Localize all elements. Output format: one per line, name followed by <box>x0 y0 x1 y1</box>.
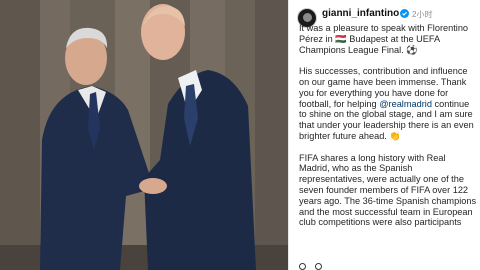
post-sidebar: gianni_infantino 2小时 It was a pleasure t… <box>288 0 480 270</box>
comment-icon[interactable] <box>315 263 322 270</box>
post-photo[interactable] <box>0 0 288 270</box>
post-image <box>0 0 288 270</box>
verified-badge-icon <box>400 9 409 18</box>
mention-link-realmadrid[interactable]: @realmadrid <box>379 99 432 109</box>
like-icon[interactable] <box>299 263 306 270</box>
username-link[interactable]: gianni_infantino <box>322 8 399 19</box>
caption-paragraph-3: FIFA shares a long history with Real Mad… <box>299 152 477 228</box>
action-bar-peek <box>289 262 480 270</box>
caption-paragraph-2: His successes, contribution and influenc… <box>299 66 477 142</box>
post-caption: It was a pleasure to speak with Florenti… <box>299 23 477 239</box>
caption-paragraph-1: It was a pleasure to speak with Florenti… <box>299 23 469 55</box>
avatar-photo <box>303 13 312 22</box>
post-timestamp[interactable]: 2小时 <box>412 9 432 20</box>
